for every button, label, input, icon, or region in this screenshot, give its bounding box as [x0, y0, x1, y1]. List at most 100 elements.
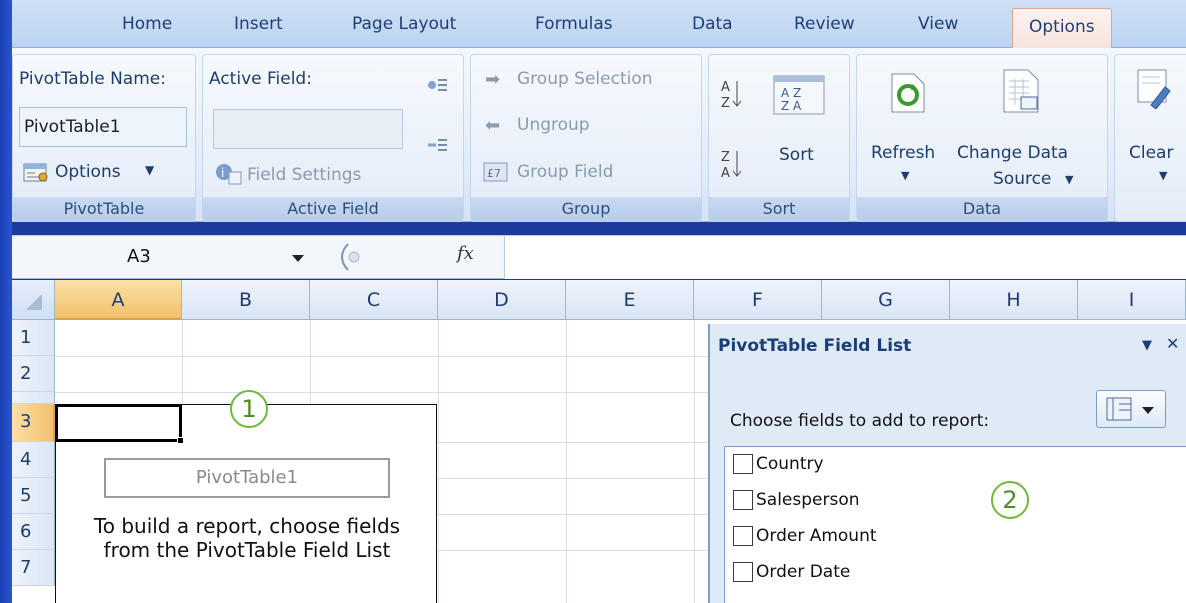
row-header-1[interactable]: 1: [12, 320, 55, 356]
close-icon[interactable]: ✕: [1166, 334, 1179, 353]
svg-text:A: A: [721, 166, 730, 181]
change-data-source-button[interactable]: Change Data: [957, 143, 1068, 163]
ribbon: PivotTable Name: Options ▼ PivotTable Ac…: [12, 48, 1186, 222]
field-country[interactable]: Country: [733, 451, 824, 477]
pivottable-name-field[interactable]: [19, 107, 187, 147]
row-header-7[interactable]: 7: [12, 550, 55, 586]
group-field-button[interactable]: Group Field: [517, 162, 613, 182]
group-label-active-field: Active Field: [203, 197, 463, 221]
svg-text:A Z: A Z: [781, 86, 801, 100]
active-field-input[interactable]: [213, 109, 403, 149]
svg-text:Z: Z: [721, 96, 730, 111]
change-data-source-dropdown-arrow-icon[interactable]: ▼: [1065, 173, 1073, 186]
field-order-amount[interactable]: Order Amount: [733, 523, 877, 549]
gridline: [438, 320, 439, 603]
row-header-6[interactable]: 6: [12, 514, 55, 550]
sort-dialog-icon: A ZZ A: [773, 75, 825, 119]
choose-fields-label: Choose fields to add to report:: [730, 411, 990, 431]
active-field-label: Active Field:: [209, 69, 312, 89]
field-country-checkbox[interactable]: [733, 454, 753, 474]
svg-text:A: A: [721, 80, 730, 95]
field-list-layout-button[interactable]: [1096, 390, 1166, 428]
column-header-d[interactable]: D: [438, 280, 566, 320]
sort-z-to-a-icon[interactable]: ZA: [719, 147, 743, 185]
column-header-b[interactable]: B: [182, 280, 310, 320]
group-selection-button[interactable]: Group Selection: [517, 69, 653, 89]
group-group: ➡ Group Selection ⬅ Ungroup £7 Group Fie…: [470, 54, 702, 222]
tab-page-layout[interactable]: Page Layout: [352, 14, 456, 34]
field-order-date[interactable]: Order Date: [733, 559, 850, 585]
change-data-source-icon: [1003, 69, 1041, 117]
name-box-dropdown-icon[interactable]: [292, 255, 304, 262]
group-field-icon: £7: [483, 161, 509, 187]
field-order-date-checkbox[interactable]: [733, 562, 753, 582]
row-header-5[interactable]: 5: [12, 478, 55, 514]
group-label-sort: Sort: [709, 197, 849, 221]
pane-options-arrow-icon[interactable]: ▼: [1142, 338, 1152, 353]
insert-function-icon[interactable]: fx: [457, 243, 474, 264]
clear-button[interactable]: Clear: [1129, 143, 1173, 163]
column-header-g[interactable]: G: [822, 280, 950, 320]
tab-options[interactable]: Options: [1012, 8, 1112, 49]
svg-text:i: i: [221, 166, 224, 180]
field-salesperson-checkbox[interactable]: [733, 490, 753, 510]
name-box[interactable]: A3: [12, 236, 307, 279]
expand-field-icon[interactable]: [427, 77, 449, 101]
group-selection-arrow-icon: ➡: [485, 69, 501, 90]
field-list-title: PivotTable Field List: [718, 336, 912, 356]
column-header-a[interactable]: A: [55, 280, 182, 320]
pivottable-field-list-pane: PivotTable Field List ▼ ✕ Choose fields …: [708, 324, 1186, 603]
svg-text:Z: Z: [721, 150, 730, 165]
ungroup-arrow-icon: ⬅: [485, 115, 501, 136]
formula-input[interactable]: [504, 236, 1186, 279]
options-icon: [23, 161, 49, 183]
change-data-source-line2: Source: [993, 169, 1052, 189]
ribbon-tab-bar: Home Insert Page Layout Formulas Data Re…: [12, 0, 1186, 49]
group-active-field: Active Field: i Field Settings Active Fi…: [202, 54, 464, 222]
tab-formulas[interactable]: Formulas: [535, 14, 613, 34]
field-salesperson[interactable]: Salesperson: [733, 487, 860, 513]
svg-text:£7: £7: [487, 167, 501, 180]
clear-dropdown-arrow-icon[interactable]: ▼: [1159, 169, 1167, 182]
active-cell-a3[interactable]: [55, 404, 182, 442]
column-header-c[interactable]: C: [310, 280, 438, 320]
group-pivottable: PivotTable Name: Options ▼ PivotTable: [12, 54, 196, 222]
options-button[interactable]: Options: [55, 162, 121, 182]
gridline: [566, 320, 567, 603]
callout-2: 2: [991, 481, 1029, 519]
sort-button[interactable]: Sort: [779, 145, 814, 165]
field-list: Country Salesperson Order Amount Order D…: [724, 446, 1186, 603]
ungroup-button[interactable]: Ungroup: [517, 115, 590, 135]
column-header-f[interactable]: F: [694, 280, 822, 320]
tab-review[interactable]: Review: [794, 14, 855, 34]
options-dropdown-arrow-icon[interactable]: ▼: [145, 163, 154, 177]
refresh-icon: [891, 73, 925, 117]
field-settings-button[interactable]: Field Settings: [247, 165, 361, 185]
formula-bar-splitter[interactable]: [322, 240, 502, 274]
tab-home[interactable]: Home: [122, 14, 172, 34]
column-header-h[interactable]: H: [950, 280, 1078, 320]
refresh-button[interactable]: Refresh: [871, 143, 935, 163]
column-header-e[interactable]: E: [566, 280, 694, 320]
callout-1: 1: [230, 390, 268, 428]
tab-view[interactable]: View: [918, 14, 958, 34]
group-label-pivottable: PivotTable: [13, 197, 195, 221]
row-header-4[interactable]: 4: [12, 442, 55, 478]
sort-a-to-z-icon[interactable]: AZ: [719, 77, 743, 115]
field-order-amount-checkbox[interactable]: [733, 526, 753, 546]
collapse-field-icon[interactable]: [427, 137, 449, 161]
field-country-label: Country: [756, 454, 824, 474]
tab-data[interactable]: Data: [692, 14, 733, 34]
fill-handle[interactable]: [177, 437, 184, 444]
row-header-2[interactable]: 2: [12, 356, 55, 392]
row-header-3[interactable]: 3: [12, 404, 55, 442]
refresh-dropdown-arrow-icon[interactable]: ▼: [901, 169, 909, 182]
group-label-data: Data: [857, 197, 1107, 221]
row-header-gap: [12, 392, 55, 404]
field-salesperson-label: Salesperson: [756, 490, 860, 510]
group-clear: Clear ▼: [1114, 54, 1186, 222]
column-header-i[interactable]: I: [1078, 280, 1186, 320]
tab-insert[interactable]: Insert: [234, 14, 283, 34]
select-all-corner[interactable]: [12, 280, 55, 320]
field-settings-icon: i: [215, 163, 243, 189]
